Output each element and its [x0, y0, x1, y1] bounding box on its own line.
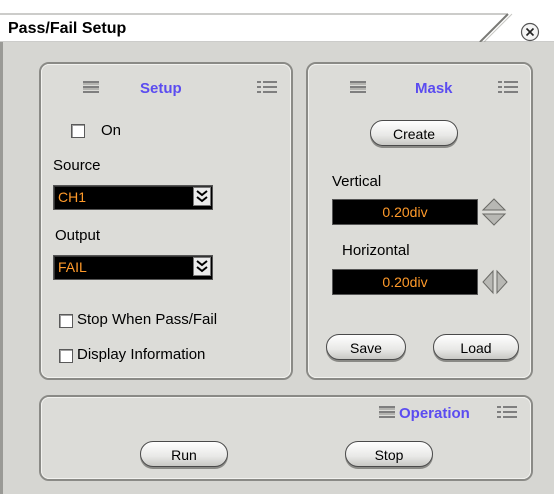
vertical-value-display[interactable]: 0.20div: [332, 199, 478, 225]
operation-panel: Operation Run Stop: [39, 395, 533, 481]
close-icon: [520, 22, 540, 42]
grip-icon: [497, 406, 519, 420]
mask-panel: Mask Create Vertical 0.20div Horizontal …: [306, 62, 533, 380]
create-button[interactable]: Create: [370, 120, 458, 146]
display-information-checkbox[interactable]: [59, 349, 73, 363]
stop-when-pass-fail-label: Stop When Pass/Fail: [77, 311, 218, 328]
vertical-value: 0.20div: [382, 204, 428, 220]
save-button[interactable]: Save: [326, 334, 406, 360]
stop-when-pass-fail-checkbox[interactable]: [59, 314, 73, 328]
run-button[interactable]: Run: [140, 441, 228, 467]
title-bar: Pass/Fail Setup: [0, 0, 554, 42]
mask-title: Mask: [415, 80, 453, 97]
display-information-label: Display Information: [77, 346, 206, 363]
pass-fail-setup-window: Pass/Fail Setup Setup On Source CH1 Outp…: [0, 0, 554, 494]
setup-panel: Setup On Source CH1 Output FAIL Stop Whe…: [39, 62, 293, 380]
grip-icon: [257, 81, 279, 95]
close-button[interactable]: [520, 22, 540, 42]
on-label: On: [101, 122, 122, 139]
output-value: FAIL: [58, 259, 87, 275]
grip-icon: [498, 81, 520, 95]
left-right-arrow-icon[interactable]: [480, 269, 510, 295]
grip-icon: [379, 406, 401, 420]
source-value: CH1: [58, 189, 87, 205]
window-title: Pass/Fail Setup: [8, 20, 127, 37]
horizontal-value: 0.20div: [382, 274, 428, 290]
dropdown-chevron-icon[interactable]: [193, 187, 211, 206]
horizontal-value-display[interactable]: 0.20div: [332, 269, 478, 295]
panel-inner-border: [41, 64, 291, 378]
horizontal-label: Horizontal: [342, 242, 410, 259]
source-label: Source: [53, 157, 101, 174]
operation-title: Operation: [399, 405, 470, 422]
vertical-label: Vertical: [332, 173, 382, 190]
setup-title: Setup: [140, 80, 182, 97]
dropdown-chevron-icon[interactable]: [193, 257, 211, 276]
on-checkbox[interactable]: [71, 124, 85, 138]
grip-icon: [83, 81, 105, 95]
output-label: Output: [55, 227, 101, 244]
stop-button[interactable]: Stop: [345, 441, 433, 467]
load-button[interactable]: Load: [433, 334, 519, 360]
up-down-arrow-icon[interactable]: [481, 195, 507, 229]
source-select[interactable]: CH1: [53, 185, 213, 210]
grip-icon: [350, 81, 372, 95]
dialog-body: Setup On Source CH1 Output FAIL Stop Whe…: [0, 42, 554, 494]
output-select[interactable]: FAIL: [53, 255, 213, 280]
